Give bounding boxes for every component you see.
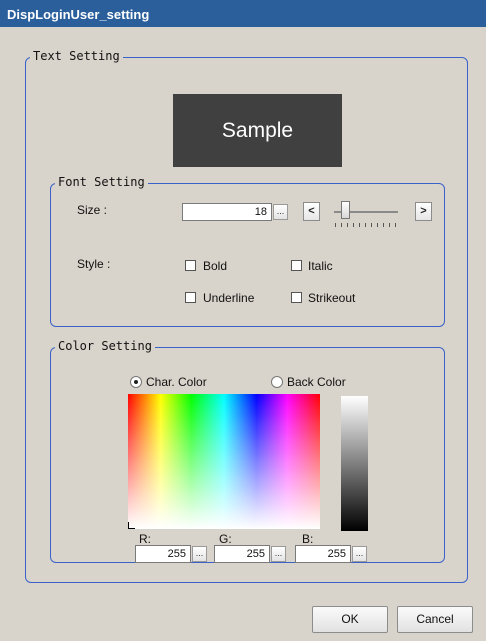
text-setting-legend: Text Setting bbox=[30, 49, 123, 63]
r-label: R: bbox=[139, 532, 151, 546]
size-slider[interactable] bbox=[332, 199, 402, 229]
text-setting-group: Text Setting Sample Font Setting Size : … bbox=[25, 49, 468, 583]
g-label: G: bbox=[219, 532, 232, 546]
radio-selected-dot bbox=[134, 380, 138, 384]
back-color-label[interactable]: Back Color bbox=[287, 375, 346, 389]
color-setting-legend: Color Setting bbox=[55, 339, 155, 353]
ok-button[interactable]: OK bbox=[312, 606, 388, 633]
size-input[interactable]: 18 bbox=[182, 203, 272, 221]
bold-checkbox[interactable] bbox=[185, 260, 196, 271]
r-input[interactable]: 255 bbox=[135, 545, 191, 563]
b-input[interactable]: 255 bbox=[295, 545, 351, 563]
char-color-radio[interactable] bbox=[130, 376, 142, 388]
font-setting-group: Font Setting Size : 18 ... < > Style : B… bbox=[50, 175, 445, 327]
b-browse-button[interactable]: ... bbox=[352, 546, 367, 562]
italic-checkbox[interactable] bbox=[291, 260, 302, 271]
slider-thumb[interactable] bbox=[341, 201, 350, 219]
size-increase-button[interactable]: > bbox=[415, 202, 432, 221]
sample-preview: Sample bbox=[173, 94, 342, 167]
title-bar[interactable]: DispLoginUser_setting bbox=[0, 0, 486, 27]
sample-text: Sample bbox=[221, 118, 294, 142]
underline-checkbox[interactable] bbox=[185, 292, 196, 303]
brightness-bar[interactable] bbox=[341, 396, 368, 531]
strikeout-label[interactable]: Strikeout bbox=[308, 291, 355, 305]
size-decrease-button[interactable]: < bbox=[303, 202, 320, 221]
r-browse-button[interactable]: ... bbox=[192, 546, 207, 562]
window-title: DispLoginUser_setting bbox=[7, 7, 150, 22]
size-browse-button[interactable]: ... bbox=[273, 204, 288, 220]
bold-label[interactable]: Bold bbox=[203, 259, 227, 273]
spectrum-cursor bbox=[128, 522, 135, 529]
cancel-button[interactable]: Cancel bbox=[397, 606, 473, 633]
char-color-label[interactable]: Char. Color bbox=[146, 375, 207, 389]
style-label: Style : bbox=[77, 257, 111, 271]
underline-label[interactable]: Underline bbox=[203, 291, 254, 305]
dialog-body: Text Setting Sample Font Setting Size : … bbox=[0, 27, 486, 641]
size-label: Size : bbox=[77, 203, 108, 217]
color-spectrum[interactable] bbox=[128, 394, 320, 529]
g-input[interactable]: 255 bbox=[214, 545, 270, 563]
b-label: B: bbox=[302, 532, 314, 546]
strikeout-checkbox[interactable] bbox=[291, 292, 302, 303]
font-setting-legend: Font Setting bbox=[55, 175, 148, 189]
back-color-radio[interactable] bbox=[271, 376, 283, 388]
slider-ticks bbox=[335, 223, 397, 227]
color-setting-group: Color Setting Char. Color Back Color R: … bbox=[50, 339, 445, 563]
g-browse-button[interactable]: ... bbox=[271, 546, 286, 562]
italic-label[interactable]: Italic bbox=[308, 259, 333, 273]
